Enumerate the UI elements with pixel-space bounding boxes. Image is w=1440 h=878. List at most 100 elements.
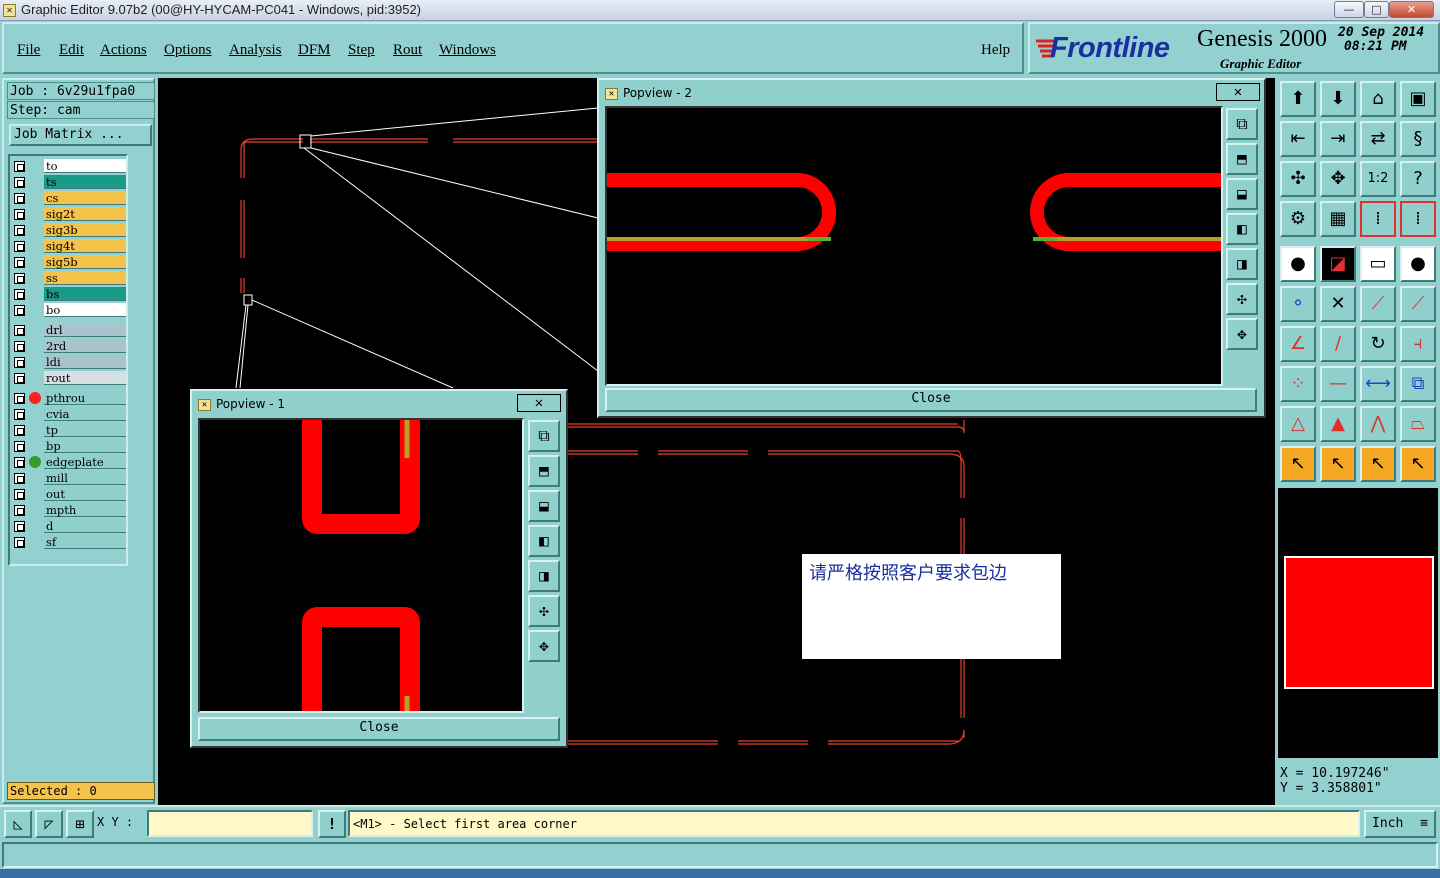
- layer-row-to[interactable]: to: [10, 158, 128, 174]
- connect-icon[interactable]: ⚬: [1280, 286, 1316, 322]
- layer-row-sig2t[interactable]: sig2t: [10, 206, 128, 222]
- layer-row-ts[interactable]: ts: [10, 174, 128, 190]
- layer-checkbox[interactable]: [14, 193, 25, 204]
- layer-name[interactable]: to: [44, 159, 126, 173]
- select-pointer-icon[interactable]: ↖: [1280, 446, 1316, 482]
- zoom-center-icon[interactable]: ✥: [1320, 161, 1356, 197]
- arch-icon[interactable]: ⋀: [1360, 406, 1396, 442]
- layer-row-sf[interactable]: sf: [10, 534, 128, 550]
- menu-step[interactable]: Step: [348, 42, 375, 59]
- snap-icon[interactable]: ⁞: [1360, 201, 1396, 237]
- help-icon[interactable]: ?: [1400, 161, 1436, 197]
- dash-icon[interactable]: —: [1320, 366, 1356, 402]
- layer-row-edgeplate[interactable]: edgeplate: [10, 454, 128, 470]
- layer-row-sig3b[interactable]: sig3b: [10, 222, 128, 238]
- layer-row-sig4t[interactable]: sig4t: [10, 238, 128, 254]
- layer-row-ldi[interactable]: ldi: [10, 354, 128, 370]
- layer-name[interactable]: edgeplate: [44, 455, 126, 469]
- layer-row-cvia[interactable]: cvia: [10, 406, 128, 422]
- layer-name[interactable]: bs: [44, 287, 126, 301]
- layer-row-mill[interactable]: mill: [10, 470, 128, 486]
- snap-alt-icon[interactable]: ⁞: [1400, 201, 1436, 237]
- layer-name[interactable]: bp: [44, 439, 126, 453]
- layer-name[interactable]: ldi: [44, 355, 126, 369]
- segment-icon[interactable]: ⟋: [1360, 286, 1396, 322]
- delete-node-icon[interactable]: ✕: [1320, 286, 1356, 322]
- minimize-button[interactable]: —: [1334, 1, 1364, 18]
- move-left-icon[interactable]: ⇤: [1280, 121, 1316, 157]
- triangle-up-icon[interactable]: ▲: [1320, 406, 1356, 442]
- pan-up-icon[interactable]: ⬒: [528, 455, 560, 487]
- popview-close-icon[interactable]: ✕: [517, 394, 561, 412]
- pan-right-icon[interactable]: ◨: [528, 560, 560, 592]
- layer-checkbox[interactable]: [14, 241, 25, 252]
- menu-help[interactable]: Help: [981, 42, 1010, 59]
- layer-name[interactable]: mill: [44, 471, 126, 485]
- layer-checkbox[interactable]: [14, 273, 25, 284]
- triangle-icon[interactable]: △: [1280, 406, 1316, 442]
- layer-checkbox[interactable]: [14, 425, 25, 436]
- layer-checkbox[interactable]: [14, 457, 25, 468]
- pan-right-icon[interactable]: ◨: [1226, 248, 1258, 280]
- popview-2-close-button[interactable]: Close: [605, 388, 1257, 412]
- select-path-icon[interactable]: ↖: [1400, 446, 1436, 482]
- layer-checkbox[interactable]: [14, 225, 25, 236]
- zoom-in-icon[interactable]: ✣: [1226, 283, 1258, 315]
- layer-row-ss[interactable]: ss: [10, 270, 128, 286]
- layer-name[interactable]: tp: [44, 423, 126, 437]
- alert-icon[interactable]: !: [318, 810, 346, 838]
- layer-checkbox[interactable]: [14, 505, 25, 516]
- angle-icon[interactable]: ∠: [1280, 326, 1316, 362]
- zoom-fit-icon[interactable]: ✣: [1280, 161, 1316, 197]
- layer-name[interactable]: mpth: [44, 503, 126, 517]
- layer-name[interactable]: ss: [44, 271, 126, 285]
- snake-icon[interactable]: §: [1400, 121, 1436, 157]
- layer-checkbox[interactable]: [14, 441, 25, 452]
- layer-row-mpth[interactable]: mpth: [10, 502, 128, 518]
- move-right-icon[interactable]: ⇥: [1320, 121, 1356, 157]
- layer-name[interactable]: cvia: [44, 407, 126, 421]
- layer-checkbox[interactable]: [14, 341, 25, 352]
- popview-2-view[interactable]: [605, 106, 1223, 386]
- ruler-icon[interactable]: ▭: [1360, 246, 1396, 282]
- pad-icon[interactable]: ●: [1280, 246, 1316, 282]
- layer-up-icon[interactable]: ⬆: [1280, 81, 1316, 117]
- home-icon[interactable]: ⌂: [1360, 81, 1396, 117]
- layer-checkbox[interactable]: [14, 473, 25, 484]
- zoom-home-icon[interactable]: ✥: [1226, 318, 1258, 350]
- measure-icon[interactable]: ⟷: [1360, 366, 1396, 402]
- layer-name[interactable]: sig2t: [44, 207, 126, 221]
- scale-1-2-icon[interactable]: 1:2: [1360, 161, 1396, 197]
- menu-actions[interactable]: Actions: [100, 42, 147, 59]
- layer-row-bo[interactable]: bo: [10, 302, 128, 318]
- layer-row-out[interactable]: out: [10, 486, 128, 502]
- zoom-home-icon[interactable]: ✥: [528, 630, 560, 662]
- layer-checkbox[interactable]: [14, 161, 25, 172]
- select-line-icon[interactable]: ◸: [35, 810, 63, 838]
- layer-name[interactable]: rout: [44, 371, 126, 385]
- layer-checkbox[interactable]: [14, 289, 25, 300]
- swap-icon[interactable]: ⇄: [1360, 121, 1396, 157]
- dot-icon[interactable]: ●: [1400, 246, 1436, 282]
- select-area-icon[interactable]: ◺: [4, 810, 32, 838]
- menu-edit[interactable]: Edit: [59, 42, 84, 59]
- menu-analysis[interactable]: Analysis: [229, 42, 282, 59]
- layer-name[interactable]: drl: [44, 323, 126, 337]
- popview-1-view[interactable]: [198, 418, 524, 713]
- slash-icon[interactable]: /: [1320, 326, 1356, 362]
- line-tool-icon[interactable]: ◪: [1320, 246, 1356, 282]
- layer-checkbox[interactable]: [14, 373, 25, 384]
- menu-file[interactable]: File: [17, 42, 40, 59]
- layer-name[interactable]: sig5b: [44, 255, 126, 269]
- layer-row-cs[interactable]: cs: [10, 190, 128, 206]
- layer-checkbox[interactable]: [14, 209, 25, 220]
- window-icon[interactable]: ▣: [1400, 81, 1436, 117]
- layer-row-bp[interactable]: bp: [10, 438, 128, 454]
- layer-row-2rd[interactable]: 2rd: [10, 338, 128, 354]
- pan-left-icon[interactable]: ◧: [1226, 213, 1258, 245]
- layer-row-sig5b[interactable]: sig5b: [10, 254, 128, 270]
- popview-close-icon[interactable]: ✕: [1216, 83, 1260, 101]
- pan-down-icon[interactable]: ⬓: [528, 490, 560, 522]
- zoom-window-icon[interactable]: ⧉: [528, 420, 560, 452]
- pan-left-icon[interactable]: ◧: [528, 525, 560, 557]
